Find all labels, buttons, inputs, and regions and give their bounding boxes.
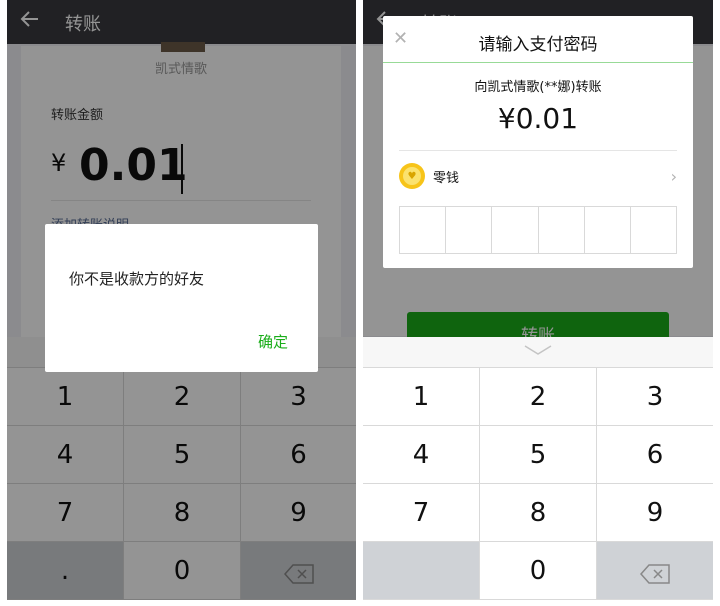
payee-line: 向凯式情歌(**娜)转账 — [474, 80, 602, 95]
title-divider — [383, 62, 693, 63]
key-delete[interactable] — [597, 542, 713, 600]
chevron-down-icon — [523, 344, 553, 360]
key-blank — [363, 542, 480, 600]
key-0[interactable]: 0 — [480, 542, 597, 600]
alert-dialog: 你不是收款方的好友 确定 — [45, 224, 318, 372]
dialog-title: 请输入支付密码 — [478, 35, 598, 55]
right-screen: 转账 转账 1 2 3 4 5 6 7 8 9 0 ✕ 请输入支付密码 向凯式情… — [363, 0, 713, 600]
confirm-button[interactable]: 确定 — [258, 331, 288, 352]
password-input[interactable] — [399, 206, 677, 254]
numeric-keypad: 1 2 3 4 5 6 7 8 9 0 — [363, 337, 713, 600]
backspace-icon — [639, 561, 670, 584]
password-digit-box — [492, 207, 539, 253]
key-1[interactable]: 1 — [363, 368, 480, 426]
key-5[interactable]: 5 — [480, 426, 597, 484]
key-2[interactable]: 2 — [480, 368, 597, 426]
key-7[interactable]: 7 — [363, 484, 480, 542]
coin-icon: ♥ — [399, 163, 425, 189]
payment-method-label: 零钱 — [433, 170, 460, 186]
key-8[interactable]: 8 — [480, 484, 597, 542]
left-screen: 转账 凯式情歌 转账金额 ¥ 0.01 添加转账说明 1 2 3 4 5 6 7… — [7, 0, 356, 600]
dialog-separator — [399, 150, 677, 151]
key-6[interactable]: 6 — [597, 426, 713, 484]
password-digit-box — [631, 207, 676, 253]
key-4[interactable]: 4 — [363, 426, 480, 484]
payment-password-dialog: ✕ 请输入支付密码 向凯式情歌(**娜)转账 ¥0.01 ♥ 零钱 › — [383, 16, 693, 268]
key-3[interactable]: 3 — [597, 368, 713, 426]
payment-method-row[interactable]: ♥ 零钱 › — [399, 158, 677, 194]
chevron-right-icon: › — [670, 166, 677, 186]
alert-message: 你不是收款方的好友 — [69, 270, 205, 288]
password-digit-box — [539, 207, 585, 253]
password-digit-box — [585, 207, 631, 253]
keypad-collapse[interactable] — [363, 337, 713, 368]
password-digit-box — [400, 207, 447, 253]
password-digit-box — [446, 207, 493, 253]
key-9[interactable]: 9 — [597, 484, 713, 542]
payment-amount: ¥0.01 — [497, 102, 579, 135]
